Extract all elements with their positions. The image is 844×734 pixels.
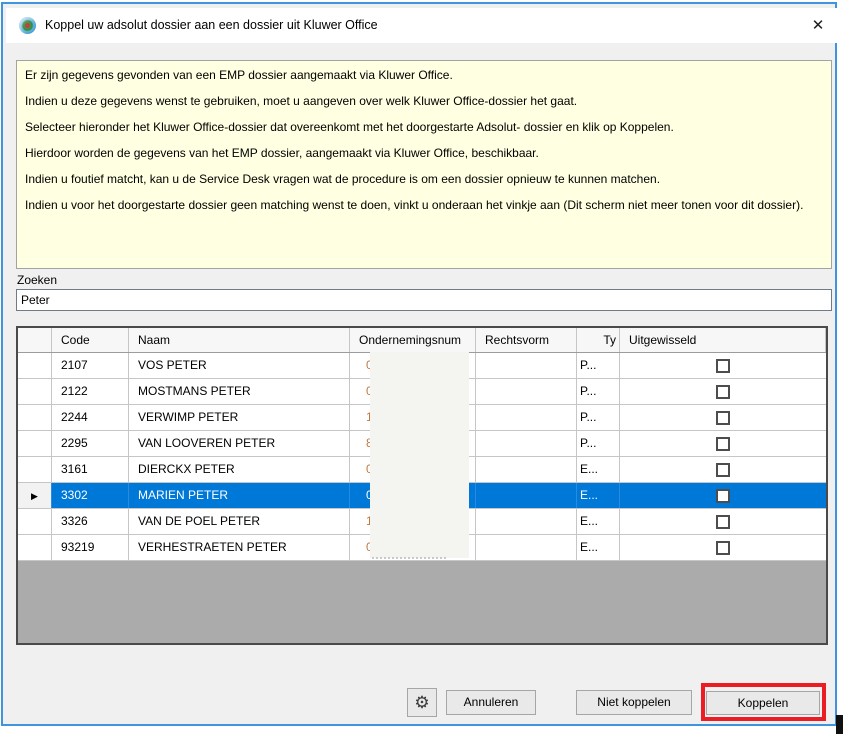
cell-rechtsvorm — [476, 457, 577, 482]
cell-naam: MOSTMANS PETER — [129, 379, 350, 404]
cell-rechtsvorm — [476, 535, 577, 560]
header-code[interactable]: Code — [52, 328, 129, 352]
cell-naam: MARIEN PETER — [129, 483, 350, 508]
cell-rechtsvorm — [476, 509, 577, 534]
screenshot-stage: Koppel uw adsolut dossier aan een dossie… — [0, 0, 844, 734]
cell-rechtsvorm — [476, 353, 577, 378]
cell-uitgewisseld — [620, 535, 826, 560]
header-ondernemingsnummer[interactable]: Ondernemingsnum — [350, 328, 476, 352]
info-paragraph: Indien u foutief matcht, kan u de Servic… — [25, 171, 823, 187]
cell-uitgewisseld — [620, 353, 826, 378]
cell-code: 2295 — [52, 431, 129, 456]
cell-code: 3302 — [52, 483, 129, 508]
info-message-box: Er zijn gegevens gevonden van een EMP do… — [16, 60, 832, 269]
cell-naam: VERWIMP PETER — [129, 405, 350, 430]
info-paragraph: Hierdoor worden de gegevens van het EMP … — [25, 145, 823, 161]
info-paragraph: Indien u voor het doorgestarte dossier g… — [25, 197, 823, 213]
close-icon[interactable]: ✕ — [806, 14, 830, 38]
header-naam[interactable]: Naam — [129, 328, 350, 352]
redaction-overlay — [370, 352, 469, 558]
uitgewisseld-checkbox[interactable] — [716, 411, 730, 425]
cell-uitgewisseld — [620, 405, 826, 430]
cell-type: E... — [577, 535, 620, 560]
current-row-arrow-icon: ▶ — [31, 491, 38, 501]
cell-uitgewisseld — [620, 457, 826, 482]
cell-naam: DIERCKX PETER — [129, 457, 350, 482]
cell-type: P... — [577, 405, 620, 430]
window-title: Koppel uw adsolut dossier aan een dossie… — [45, 8, 378, 43]
header-type[interactable]: Ty — [577, 328, 620, 352]
cell-rechtsvorm — [476, 379, 577, 404]
uitgewisseld-checkbox[interactable] — [716, 359, 730, 373]
row-selector-cell[interactable]: ▶ — [18, 483, 52, 508]
row-selector-cell[interactable] — [18, 379, 52, 404]
cell-rechtsvorm — [476, 431, 577, 456]
info-paragraph: Er zijn gegevens gevonden van een EMP do… — [25, 67, 823, 83]
row-selector-cell[interactable] — [18, 431, 52, 456]
cell-code: 2244 — [52, 405, 129, 430]
info-paragraph: Indien u deze gegevens wenst te gebruike… — [25, 93, 823, 109]
cell-rechtsvorm — [476, 483, 577, 508]
row-selector-cell[interactable] — [18, 457, 52, 482]
cell-code: 3161 — [52, 457, 129, 482]
cell-code: 2122 — [52, 379, 129, 404]
cell-uitgewisseld — [620, 431, 826, 456]
row-selector-cell[interactable] — [18, 353, 52, 378]
cell-naam: VOS PETER — [129, 353, 350, 378]
dossier-table: Code Naam Ondernemingsnum Rechtsvorm Ty … — [16, 326, 828, 645]
title-bar: Koppel uw adsolut dossier aan een dossie… — [6, 8, 838, 43]
cell-type: E... — [577, 509, 620, 534]
cursor-artifact — [836, 715, 843, 734]
dialog-window: Koppel uw adsolut dossier aan een dossie… — [1, 2, 837, 726]
uitgewisseld-checkbox[interactable] — [716, 463, 730, 477]
uitgewisseld-checkbox[interactable] — [716, 515, 730, 529]
header-uitgewisseld[interactable]: Uitgewisseld — [620, 328, 826, 352]
app-icon — [19, 17, 36, 34]
koppelen-button[interactable]: Koppelen — [706, 691, 820, 715]
cell-code: 93219 — [52, 535, 129, 560]
row-selector-cell[interactable] — [18, 405, 52, 430]
uitgewisseld-checkbox[interactable] — [716, 437, 730, 451]
search-label: Zoeken — [17, 273, 57, 287]
uitgewisseld-checkbox[interactable] — [716, 489, 730, 503]
uitgewisseld-checkbox[interactable] — [716, 385, 730, 399]
niet-koppelen-button[interactable]: Niet koppelen — [576, 690, 692, 715]
uitgewisseld-checkbox[interactable] — [716, 541, 730, 555]
table-header-row: Code Naam Ondernemingsnum Rechtsvorm Ty … — [18, 328, 826, 353]
info-paragraph: Selecteer hieronder het Kluwer Office-do… — [25, 119, 823, 135]
annuleren-button[interactable]: Annuleren — [446, 690, 536, 715]
cell-type: E... — [577, 457, 620, 482]
cell-naam: VAN DE POEL PETER — [129, 509, 350, 534]
cell-type: P... — [577, 353, 620, 378]
cell-code: 2107 — [52, 353, 129, 378]
cell-naam: VAN LOOVEREN PETER — [129, 431, 350, 456]
cell-code: 3326 — [52, 509, 129, 534]
redacted-text-remnant — [372, 557, 446, 561]
cell-uitgewisseld — [620, 509, 826, 534]
cell-naam: VERHESTRAETEN PETER — [129, 535, 350, 560]
cell-rechtsvorm — [476, 405, 577, 430]
row-selector-cell[interactable] — [18, 535, 52, 560]
cell-uitgewisseld — [620, 483, 826, 508]
row-selector-cell[interactable] — [18, 509, 52, 534]
cell-type: E... — [577, 483, 620, 508]
cell-type: P... — [577, 431, 620, 456]
settings-gear-button[interactable]: ⚙ — [407, 688, 437, 717]
header-selector — [18, 328, 52, 352]
cell-type: P... — [577, 379, 620, 404]
header-rechtsvorm[interactable]: Rechtsvorm — [476, 328, 577, 352]
cell-uitgewisseld — [620, 379, 826, 404]
search-input[interactable] — [16, 289, 832, 311]
